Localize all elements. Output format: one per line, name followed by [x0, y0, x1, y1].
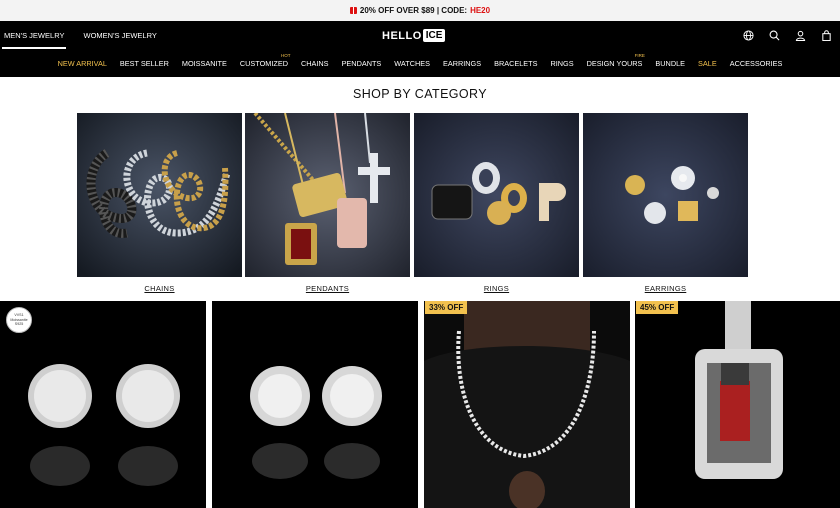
seal-line-3: S925	[14, 322, 24, 327]
nav-label: BRACELETS	[494, 58, 538, 68]
user-icon[interactable]	[794, 29, 806, 41]
category-tile-pendants[interactable]	[245, 113, 410, 277]
nav-customized[interactable]: CUSTOMIZED HOT	[233, 49, 294, 77]
nav-rings[interactable]: RINGS	[544, 49, 580, 77]
category-label-rings[interactable]: RINGS	[414, 284, 579, 293]
product-image-photo-pendant	[635, 301, 840, 508]
moissanite-seal: VVS1 Moissanite S925	[6, 307, 32, 333]
gender-tabs: MEN'S JEWELRY WOMEN'S JEWELRY	[0, 21, 172, 49]
nav-earrings[interactable]: EARRINGS	[436, 49, 487, 77]
category-label-earrings[interactable]: EARRINGS	[583, 284, 748, 293]
nav-label: MOISSANITE	[181, 58, 227, 68]
chains-image	[77, 113, 242, 277]
rings-image	[414, 113, 579, 277]
category-label-pendants[interactable]: PENDANTS	[245, 284, 410, 293]
nav-label: PENDANTS	[341, 58, 382, 68]
product-image-earrings-cluster	[212, 301, 418, 508]
nav-watches[interactable]: WATCHES	[388, 49, 437, 77]
category-tile-earrings[interactable]	[583, 113, 748, 277]
nav-best-seller[interactable]: BEST SELLER	[113, 49, 175, 77]
product-image-tennis-chain	[424, 301, 630, 508]
category-label-chains[interactable]: CHAINS	[77, 284, 242, 293]
category-tile-rings[interactable]	[414, 113, 579, 277]
nav-label: BUNDLE	[655, 58, 686, 68]
nav-label: WATCHES	[394, 58, 430, 68]
product-card-3[interactable]: 33% OFF	[424, 301, 630, 508]
nav-label: CHAINS	[300, 58, 329, 68]
nav-moissanite[interactable]: MOISSANITE	[175, 49, 233, 77]
earrings-image	[583, 113, 748, 277]
nav-label: EARRINGS	[442, 58, 482, 68]
gift-icon	[349, 7, 357, 14]
product-card-2[interactable]	[212, 301, 418, 508]
nav-pendants[interactable]: PENDANTS	[335, 49, 388, 77]
header-icons	[742, 29, 832, 41]
main-nav: NEW ARRIVAL BEST SELLER MOISSANITE CUSTO…	[0, 49, 840, 77]
fire-tag: FIRE	[634, 53, 645, 58]
site-logo[interactable]: HELLO ICE	[382, 29, 446, 42]
nav-label: NEW ARRIVAL	[57, 58, 107, 68]
tab-womens-jewelry[interactable]: WOMEN'S JEWELRY	[79, 21, 160, 49]
nav-bundle[interactable]: BUNDLE	[649, 49, 692, 77]
section-title: SHOP BY CATEGORY	[353, 87, 487, 101]
tab-mens-jewelry[interactable]: MEN'S JEWELRY	[0, 21, 68, 49]
cart-icon[interactable]	[820, 29, 832, 41]
discount-badge: 45% OFF	[636, 301, 679, 314]
nav-bracelets[interactable]: BRACELETS	[488, 49, 544, 77]
nav-design-yours[interactable]: DESIGN YOURS FIRE	[580, 49, 649, 77]
logo-text-ice: ICE	[422, 29, 446, 42]
hot-tag: HOT	[280, 53, 291, 58]
nav-label: CUSTOMIZED	[239, 58, 288, 68]
nav-sale[interactable]: SALE	[692, 49, 724, 77]
nav-chains[interactable]: CHAINS	[294, 49, 335, 77]
nav-label: RINGS	[550, 58, 574, 68]
site-header: MEN'S JEWELRY WOMEN'S JEWELRY HELLO ICE …	[0, 21, 840, 77]
search-icon[interactable]	[768, 29, 780, 41]
nav-accessories[interactable]: ACCESSORIES	[723, 49, 789, 77]
globe-icon[interactable]	[742, 29, 754, 41]
promo-bar[interactable]: 20% OFF OVER $89 | CODE: HE20	[0, 0, 840, 21]
product-card-4[interactable]: 45% OFF	[635, 301, 840, 508]
promo-text: 20% OFF OVER $89 | CODE:	[359, 6, 468, 15]
discount-badge: 33% OFF	[425, 301, 468, 314]
category-tile-chains[interactable]	[77, 113, 242, 277]
nav-label: BEST SELLER	[119, 58, 169, 68]
nav-new-arrival[interactable]: NEW ARRIVAL	[51, 49, 113, 77]
promo-code: HE20	[470, 6, 491, 15]
nav-label: DESIGN YOURS	[586, 58, 643, 68]
nav-label: SALE	[698, 58, 717, 68]
logo-text-hello: HELLO	[382, 29, 422, 42]
product-image-earrings-round	[0, 301, 206, 508]
nav-label: ACCESSORIES	[729, 58, 783, 68]
product-card-1[interactable]: VVS1 Moissanite S925	[0, 301, 206, 508]
pendants-image	[245, 113, 410, 277]
